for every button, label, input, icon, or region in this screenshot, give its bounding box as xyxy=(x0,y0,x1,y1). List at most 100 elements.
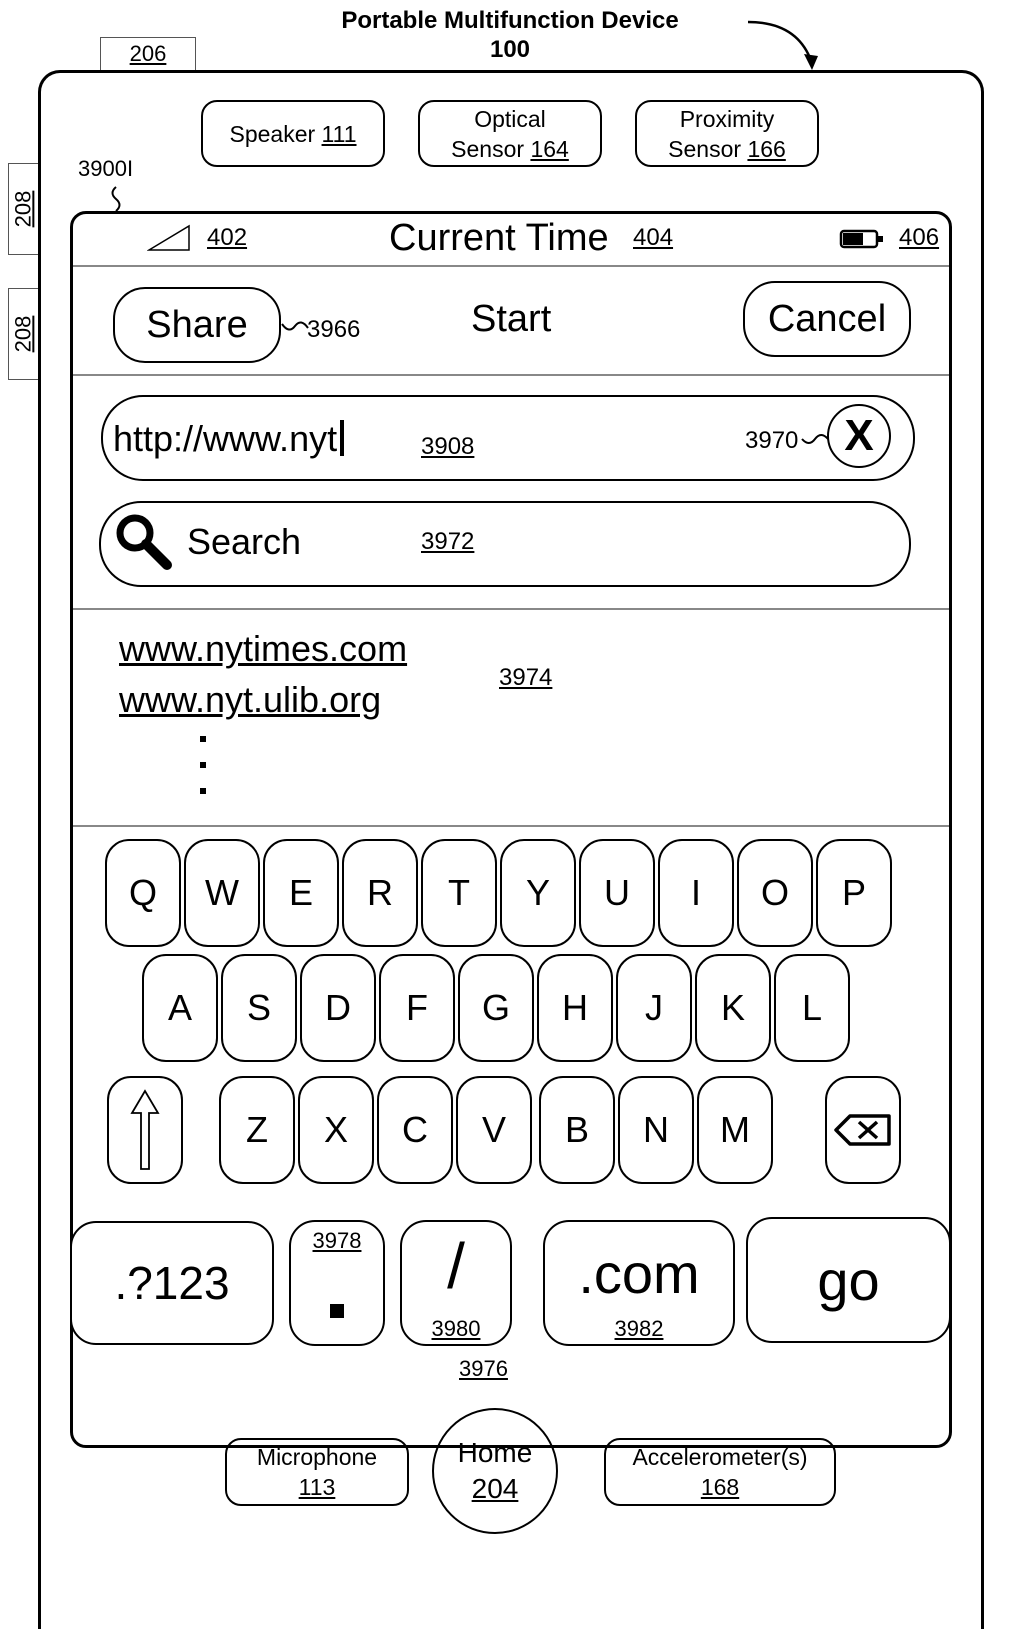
key-label: P xyxy=(841,872,866,913)
slash-key-ref: 3980 xyxy=(431,1316,481,1341)
key-c[interactable]: C xyxy=(377,1076,453,1184)
battery-ref: 406 xyxy=(899,224,940,251)
side-button-208-bottom: 208 xyxy=(8,288,38,380)
share-button[interactable]: Share xyxy=(113,287,281,363)
url-text: http://www.nyt xyxy=(113,418,338,459)
clear-x-glyph: X xyxy=(844,411,874,460)
key-label: F xyxy=(406,987,428,1028)
key-label: N xyxy=(643,1109,669,1150)
key-q[interactable]: Q xyxy=(105,839,181,947)
key-j[interactable]: J xyxy=(616,954,692,1062)
key-label: Q xyxy=(128,872,157,913)
leader-squiggle-icon xyxy=(111,186,121,212)
status-divider xyxy=(73,265,949,267)
numbers-key[interactable]: .?123 xyxy=(70,1221,274,1345)
text-cursor xyxy=(340,420,345,456)
dotcom-key[interactable]: .com 3982 xyxy=(543,1220,735,1346)
key-k[interactable]: K xyxy=(695,954,771,1062)
key-label: B xyxy=(564,1109,589,1150)
key-p[interactable]: P xyxy=(816,839,892,947)
slash-key-label: / xyxy=(447,1230,465,1302)
dotcom-key-ref: 3982 xyxy=(614,1316,664,1341)
key-a[interactable]: A xyxy=(142,954,218,1062)
key-x[interactable]: X xyxy=(298,1076,374,1184)
key-o[interactable]: O xyxy=(737,839,813,947)
optical-sensor-line1: Optical xyxy=(474,105,546,132)
dot-key-ref: 3978 xyxy=(312,1228,362,1253)
search-icon xyxy=(116,514,172,570)
shift-key[interactable] xyxy=(107,1076,183,1184)
proximity-sensor-line1: Proximity xyxy=(679,105,775,132)
optical-sensor-label: Sensor xyxy=(451,135,525,162)
key-h[interactable]: H xyxy=(537,954,613,1062)
key-label: O xyxy=(760,872,789,913)
go-key-label: go xyxy=(817,1248,880,1312)
proximity-sensor-label: Sensor xyxy=(668,135,742,162)
url-field-ref: 3908 xyxy=(421,433,475,460)
dotcom-key-label: .com xyxy=(578,1242,700,1305)
key-u[interactable]: U xyxy=(579,839,655,947)
key-label: G xyxy=(481,987,510,1028)
suggestion-item[interactable]: www.nyt.ulib.org xyxy=(119,679,381,721)
key-i[interactable]: I xyxy=(658,839,734,947)
clear-x-button[interactable]: X xyxy=(827,404,891,468)
key-label: A xyxy=(167,987,192,1028)
slash-key[interactable]: / 3980 xyxy=(400,1220,512,1346)
key-z[interactable]: Z xyxy=(219,1076,295,1184)
key-label: Y xyxy=(525,872,550,913)
key-t[interactable]: T xyxy=(421,839,497,947)
key-d[interactable]: D xyxy=(300,954,376,1062)
speaker-box: Speaker 111 xyxy=(201,100,385,167)
key-label: J xyxy=(645,987,663,1028)
backspace-key[interactable] xyxy=(825,1076,901,1184)
period-glyph xyxy=(330,1304,344,1318)
url-value[interactable]: http://www.nyt xyxy=(113,418,345,460)
proximity-sensor-ref: 166 xyxy=(747,135,786,162)
shift-arrow-icon xyxy=(130,1089,160,1170)
key-w[interactable]: W xyxy=(184,839,260,947)
key-f[interactable]: F xyxy=(379,954,455,1062)
suggestions-ref: 3974 xyxy=(499,664,553,691)
label-206: 206 xyxy=(129,41,167,66)
key-e[interactable]: E xyxy=(263,839,339,947)
battery-icon xyxy=(839,229,883,249)
signal-strength-icon xyxy=(147,224,190,251)
share-leader-icon xyxy=(281,321,309,331)
key-n[interactable]: N xyxy=(618,1076,694,1184)
search-divider xyxy=(73,608,949,610)
reference-arrow-icon xyxy=(747,20,818,70)
key-l[interactable]: L xyxy=(774,954,850,1062)
key-s[interactable]: S xyxy=(221,954,297,1062)
key-label: V xyxy=(481,1109,506,1150)
home-ref: 204 xyxy=(471,1473,519,1504)
key-r[interactable]: R xyxy=(342,839,418,947)
optical-sensor-ref: 164 xyxy=(530,135,569,162)
signal-ref: 402 xyxy=(207,224,248,251)
key-y[interactable]: Y xyxy=(500,839,576,947)
go-key[interactable]: go xyxy=(746,1217,951,1343)
share-label: Share xyxy=(146,303,248,346)
bottom-row-ref: 3976 xyxy=(459,1356,508,1381)
proximity-sensor-box: Proximity Sensor 166 xyxy=(635,100,819,167)
key-label: T xyxy=(448,872,470,913)
key-v[interactable]: V xyxy=(456,1076,532,1184)
suggestion-item[interactable]: www.nytimes.com xyxy=(119,628,407,670)
accelerometer-label: Accelerometer(s) xyxy=(632,1444,808,1470)
label-208-top: 208 xyxy=(10,190,36,228)
dot-key[interactable]: 3978 xyxy=(289,1220,385,1346)
time-ref: 404 xyxy=(633,224,674,251)
cancel-button[interactable]: Cancel xyxy=(743,281,911,357)
ellipsis-icon xyxy=(200,736,206,794)
title-line-2: 100 xyxy=(489,36,531,63)
home-button[interactable]: Home 204 xyxy=(432,1408,558,1534)
key-label: E xyxy=(288,872,313,913)
share-ref: 3966 xyxy=(307,316,361,343)
key-m[interactable]: M xyxy=(697,1076,773,1184)
current-time: Current Time xyxy=(389,217,609,259)
key-g[interactable]: G xyxy=(458,954,534,1062)
key-label: U xyxy=(604,872,630,913)
key-b[interactable]: B xyxy=(539,1076,615,1184)
key-label: H xyxy=(562,987,588,1028)
home-label: Home xyxy=(457,1437,533,1468)
accelerometer-ref: 168 xyxy=(700,1474,740,1500)
